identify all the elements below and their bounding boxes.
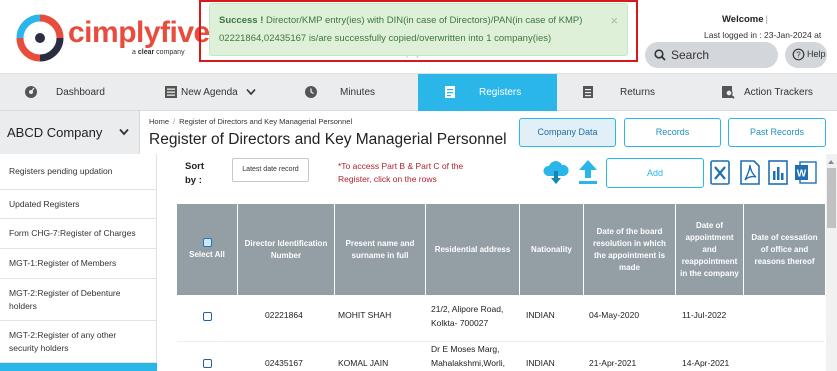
records-button[interactable]: Records <box>624 118 721 147</box>
help-button[interactable]: ? Help <box>785 42 827 68</box>
search-icon <box>654 49 666 61</box>
breadcrumb: Home / Register of Directors and Key Manag… <box>149 117 353 126</box>
toast-line-1: Director/KMP entry(ies) with DIN(in case… <box>266 15 583 26</box>
nav-item-returns[interactable]: Returns <box>557 74 697 111</box>
sidebar-item-mgt-1[interactable]: MGT-1:Register of Members <box>0 249 157 279</box>
past-records-button[interactable]: Past Records <box>728 118 826 147</box>
company-selector[interactable]: ABCD Company <box>0 111 140 154</box>
excel-icon[interactable] <box>710 160 730 185</box>
toast-title: Success ! <box>219 15 264 26</box>
nav-item-action-trackers[interactable]: Action Trackers <box>697 74 837 111</box>
word-icon[interactable]: W <box>794 160 818 185</box>
select-all-header[interactable]: Select All <box>177 204 238 295</box>
table-row[interactable]: 02221864 MOHIT SHAH 21/2, Alipore Road, … <box>177 296 825 342</box>
cell-appointment-date: 11-Jul-2022 <box>682 310 727 320</box>
cell-resolution-date: 21-Apr-2021 <box>589 358 637 368</box>
help-icon: ? <box>792 48 805 61</box>
column-header-din: Director Identification Number <box>238 204 335 295</box>
table-row[interactable]: 02435167 KOMAL JAIN Dr E Moses Marg, Mah… <box>177 342 825 371</box>
column-header-address: Residential address <box>426 204 520 295</box>
cell-name: KOMAL JAIN <box>338 358 389 368</box>
sidebar-item-mgt-2-other[interactable]: MGT-2:Register of any other security hol… <box>0 321 157 363</box>
nav-item-new-agenda[interactable]: New Agenda <box>140 74 280 111</box>
svg-text:W: W <box>797 169 807 180</box>
sidebar-item-updated-registers[interactable]: Updated Registers <box>0 190 157 219</box>
sidebar-item-registers-pending[interactable]: Registers pending updation <box>0 154 157 190</box>
add-button[interactable]: Add <box>606 158 704 188</box>
company-name: ABCD Company <box>7 125 103 140</box>
main-nav: Dashboard New Agenda Minutes Registers R… <box>0 73 837 111</box>
registers-icon <box>445 86 455 98</box>
column-header-cessation: Date of cessation of office and reasons … <box>751 232 818 266</box>
column-header-resolution-date: Date of the board resolution in which th… <box>584 204 676 295</box>
cell-address: Dr E Moses Marg, Mahalakshmi,Worli, <box>431 344 506 368</box>
access-note: *To access Part B & Part C of the Regist… <box>338 161 464 184</box>
cell-appointment-date: 14-Apr-2021 <box>682 358 730 368</box>
chevron-down-icon <box>246 88 256 96</box>
report-icon[interactable] <box>768 160 788 185</box>
chevron-down-icon <box>119 128 129 136</box>
sort-label: Sort by : <box>185 161 204 186</box>
dashboard-icon <box>25 86 37 98</box>
clock-icon <box>305 86 317 98</box>
app-header: cimplyfive a clear company company admin… <box>0 0 837 73</box>
table-header: Select All Director Identification Numbe… <box>177 204 825 295</box>
upload-icon[interactable] <box>577 158 599 186</box>
cimplyfive-logo-icon <box>16 14 64 62</box>
cloud-download-icon[interactable] <box>542 158 570 186</box>
row-checkbox[interactable] <box>203 359 212 368</box>
registers-sidebar: Registers pending updation Updated Regis… <box>0 154 157 371</box>
breadcrumb-home-link[interactable]: Home <box>149 117 169 126</box>
breadcrumb-current: Register of Directors and Key Managerial… <box>179 117 353 126</box>
search-button[interactable]: Search <box>645 42 778 68</box>
cell-nationality: INDIAN <box>526 310 555 320</box>
welcome-menu[interactable]: Welcome | <box>722 14 768 25</box>
nav-item-dashboard[interactable]: Dashboard <box>0 74 140 111</box>
column-header-name: Present name and surname in full <box>335 204 426 295</box>
company-data-button[interactable]: Company Data <box>519 118 616 147</box>
sidebar-item-chg-7[interactable]: Form CHG-7:Register of Charges <box>0 219 157 249</box>
svg-text:?: ? <box>796 51 801 60</box>
brand-name: cimplyfive <box>68 16 210 49</box>
nav-item-registers[interactable]: Registers <box>418 74 557 111</box>
page-title: Register of Directors and Key Managerial… <box>149 131 507 148</box>
row-checkbox[interactable] <box>203 312 212 321</box>
column-header-nationality: Nationality <box>520 204 584 295</box>
sort-select[interactable]: Latest date record <box>232 158 309 182</box>
toast-close-icon[interactable]: × <box>610 14 618 27</box>
pdf-icon[interactable] <box>740 160 760 185</box>
agenda-icon <box>165 86 177 98</box>
help-label: Help <box>807 49 826 59</box>
returns-icon <box>583 86 593 98</box>
cell-address: 21/2, Alipore Road, Kolkta- 700027 <box>431 304 504 328</box>
cell-name: MOHIT SHAH <box>338 310 392 320</box>
search-label: Search <box>671 48 710 62</box>
sidebar-item-active[interactable] <box>0 363 157 371</box>
brand-tagline: a clear company <box>132 49 185 56</box>
scroll-up-arrow-icon[interactable] <box>828 160 834 164</box>
select-all-checkbox[interactable] <box>202 238 212 247</box>
cell-din: 02435167 <box>265 358 303 368</box>
nav-item-minutes[interactable]: Minutes <box>280 74 418 111</box>
cell-din: 02221864 <box>265 310 303 320</box>
action-tracker-icon <box>722 86 735 99</box>
sidebar-item-mgt-2-debenture[interactable]: MGT-2:Register of Debenture holders <box>0 279 157 321</box>
success-toast: Success ! Director/KMP entry(ies) with D… <box>209 3 628 56</box>
column-header-appointment-date: Date of appointment and reappointment in… <box>676 204 744 295</box>
cell-nationality: INDIAN <box>526 358 555 368</box>
toast-line-2: 02221864,02435167 is/are successfully co… <box>219 33 552 44</box>
scrollbar-thumb[interactable] <box>827 168 836 228</box>
cell-resolution-date: 04-May-2020 <box>589 310 640 320</box>
